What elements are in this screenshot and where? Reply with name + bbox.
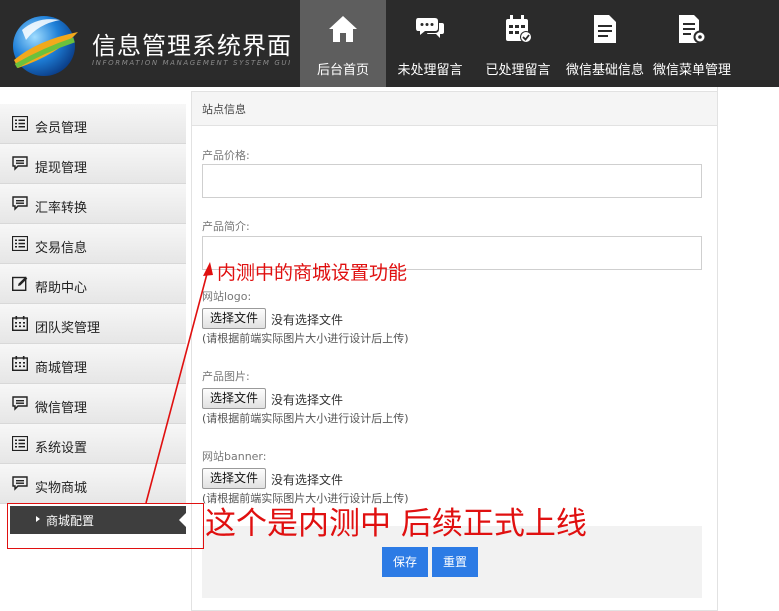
comment-icon xyxy=(12,156,28,171)
nav-label: 微信基础信息 xyxy=(565,63,644,78)
logo-file-status: 没有选择文件 xyxy=(271,313,344,327)
calendar-icon xyxy=(12,356,28,371)
comment-icon xyxy=(12,476,28,491)
banner-choose-file-button[interactable]: 选择文件 xyxy=(202,468,266,489)
nav-item-wechat-menu-management[interactable]: 微信菜单管理 xyxy=(648,0,736,87)
intro-label: 产品简介: xyxy=(202,220,250,233)
save-button[interactable]: 保存 xyxy=(382,547,428,577)
sidebar-item-exchange-rate[interactable]: 汇率转换 xyxy=(0,184,186,224)
price-input[interactable] xyxy=(202,164,702,198)
app-subtitle: INFORMATION MANAGEMENT SYSTEM GUI xyxy=(92,59,292,67)
top-nav: 后台首页 未处理留言 已处理留言 微信基础信息 微信菜单管理 xyxy=(300,0,736,87)
price-label: 产品价格: xyxy=(202,149,250,162)
logo-file-hint: (请根据前端实际图片大小进行设计后上传) xyxy=(202,332,409,345)
sidebar-item-label: 提现管理 xyxy=(35,161,88,176)
sidebar-item-physical-mall[interactable]: 实物商城 xyxy=(0,464,186,504)
banner-file-status: 没有选择文件 xyxy=(271,473,344,487)
nav-item-wechat-basic-info[interactable]: 微信基础信息 xyxy=(562,0,648,87)
list-icon xyxy=(12,236,28,251)
sidebar-item-transaction-info[interactable]: 交易信息 xyxy=(0,224,186,264)
sidebar-item-member-management[interactable]: 会员管理 xyxy=(0,104,186,144)
sidebar-item-team-bonus[interactable]: 团队奖管理 xyxy=(0,304,186,344)
chat-bubbles-icon xyxy=(416,18,444,38)
nav-item-home[interactable]: 后台首页 xyxy=(300,0,386,87)
sidebar-item-label: 微信管理 xyxy=(35,401,88,416)
nav-label: 已处理留言 xyxy=(485,63,551,78)
sidebar-item-label: 会员管理 xyxy=(35,121,88,136)
banner-label: 网站banner: xyxy=(202,450,267,463)
nav-item-unprocessed-messages[interactable]: 未处理留言 xyxy=(386,0,474,87)
comment-icon xyxy=(12,396,28,411)
document-gear-icon xyxy=(679,15,707,44)
document-icon xyxy=(594,15,616,43)
sidebar-item-label: 汇率转换 xyxy=(35,201,88,216)
panel-title: 站点信息 xyxy=(202,103,246,116)
annotation-note-top: 内测中的商城设置功能 xyxy=(217,262,408,284)
image-choose-file-button[interactable]: 选择文件 xyxy=(202,388,266,409)
annotation-note-bottom: 这个是内测中 后续正式上线 xyxy=(205,506,587,542)
top-header: 信息管理系统界面 INFORMATION MANAGEMENT SYSTEM G… xyxy=(0,0,779,87)
nav-label: 未处理留言 xyxy=(397,63,463,78)
content-edge xyxy=(717,87,718,611)
calendar-check-icon xyxy=(506,15,532,43)
panel-header: 站点信息 xyxy=(192,92,717,126)
sidebar-item-system-settings[interactable]: 系统设置 xyxy=(0,424,186,464)
sidebar-item-label: 系统设置 xyxy=(35,441,88,456)
home-icon xyxy=(329,16,357,42)
comment-icon xyxy=(12,196,28,211)
sidebar-item-label: 交易信息 xyxy=(35,241,88,256)
annotation-highlight-box xyxy=(7,503,204,549)
sidebar-item-label: 实物商城 xyxy=(35,481,88,496)
calendar-icon xyxy=(12,316,28,331)
reset-button[interactable]: 重置 xyxy=(432,547,478,577)
sidebar-item-label: 帮助中心 xyxy=(35,281,88,296)
list-icon xyxy=(12,436,28,451)
logo-label: 网站logo: xyxy=(202,290,252,303)
sidebar-item-label: 团队奖管理 xyxy=(35,321,101,336)
list-icon xyxy=(12,116,28,131)
sidebar-item-help-center[interactable]: 帮助中心 xyxy=(0,264,186,304)
logo-choose-file-button[interactable]: 选择文件 xyxy=(202,308,266,329)
sidebar-item-withdrawal-management[interactable]: 提现管理 xyxy=(0,144,186,184)
globe-logo-icon xyxy=(13,16,78,76)
sidebar-item-label: 商城管理 xyxy=(35,361,88,376)
nav-label: 后台首页 xyxy=(316,63,369,78)
nav-item-processed-messages[interactable]: 已处理留言 xyxy=(474,0,562,87)
nav-label: 微信菜单管理 xyxy=(652,63,731,78)
logo: 信息管理系统界面 INFORMATION MANAGEMENT SYSTEM G… xyxy=(8,10,298,80)
edit-icon xyxy=(12,276,28,291)
sidebar-item-wechat-management[interactable]: 微信管理 xyxy=(0,384,186,424)
app-title: 信息管理系统界面 xyxy=(92,32,292,60)
image-file-hint: (请根据前端实际图片大小进行设计后上传) xyxy=(202,412,409,425)
image-label: 产品图片: xyxy=(202,370,250,383)
image-file-status: 没有选择文件 xyxy=(271,393,344,407)
sidebar-item-mall-management[interactable]: 商城管理 xyxy=(0,344,186,384)
